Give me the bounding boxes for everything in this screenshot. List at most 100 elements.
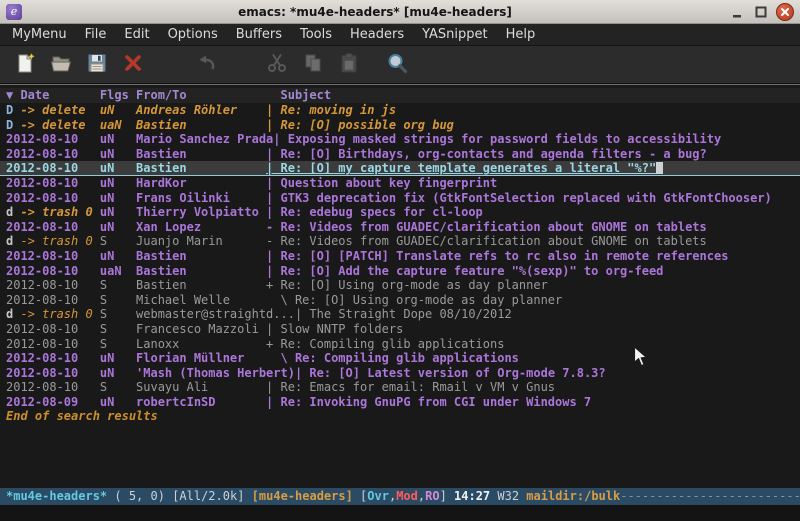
message-date: d -> trash 0	[6, 234, 100, 249]
message-row[interactable]: d -> trash 0SJuanjo Marin- Re: Videos fr…	[0, 234, 800, 249]
mark-target: -> trash 0	[13, 234, 92, 248]
paste-clipboard-icon	[337, 51, 361, 79]
menu-options[interactable]: Options	[159, 25, 227, 44]
message-subject: | Re: Invoking GnuPG from CGI under Wind…	[266, 395, 591, 409]
close-buffer-button[interactable]	[118, 50, 148, 80]
headers-buffer[interactable]: ▼ DateFlgsFrom/To Subject D -> deleteuNA…	[0, 84, 800, 488]
message-subject: | The Straight Dope 08/10/2012	[295, 307, 512, 321]
undo-button[interactable]	[192, 50, 222, 80]
modeline-segment: ( 5, 0)	[107, 489, 172, 503]
new-file-button[interactable]	[10, 50, 40, 80]
open-file-button[interactable]	[46, 50, 76, 80]
menu-buffers[interactable]: Buffers	[227, 25, 291, 44]
message-date: 2012-08-10	[6, 249, 100, 264]
column-subject[interactable]: Subject	[266, 88, 331, 102]
message-flags: S	[100, 307, 136, 322]
message-row[interactable]: 2012-08-10SLanoxx+ Re: Compiling glib ap…	[0, 337, 800, 352]
titlebar[interactable]: e emacs: *mu4e-headers* [mu4e-headers]	[0, 0, 800, 24]
new-file-icon	[13, 51, 37, 79]
message-date: 2012-08-10	[6, 351, 100, 366]
message-row[interactable]: 2012-08-10uNMario Sanchez Prada| Exposin…	[0, 132, 800, 147]
message-from: Mario Sanchez Prada	[136, 132, 273, 147]
message-date: 2012-08-10	[6, 337, 100, 352]
message-row[interactable]: D -> deleteuNAndreas Röhler| Re: moving …	[0, 103, 800, 118]
minimize-button[interactable]	[728, 3, 746, 21]
message-flags: S	[100, 380, 136, 395]
message-subject: + Re: [O] Using org-mode as day planner	[266, 278, 548, 292]
message-flags: uN	[100, 161, 136, 176]
window-title: emacs: *mu4e-headers* [mu4e-headers]	[22, 5, 728, 19]
message-row[interactable]: d -> trash 0uNThierry Volpiatto| Re: ede…	[0, 205, 800, 220]
message-row[interactable]: 2012-08-10uNBastien| Re: [O] my capture …	[0, 161, 800, 176]
message-row[interactable]: 2012-08-10uNBastien| Re: [O] Birthdays, …	[0, 147, 800, 162]
menu-mymenu[interactable]: MyMenu	[3, 25, 76, 44]
message-row[interactable]: 2012-08-10SSuvayu Ali| Re: Emacs for ema…	[0, 380, 800, 395]
menu-headers[interactable]: Headers	[341, 25, 413, 44]
close-button[interactable]	[776, 3, 794, 21]
message-date: d -> trash 0	[6, 205, 100, 220]
message-row[interactable]: 2012-08-10uN'Mash (Thomas Herbert)| Re: …	[0, 366, 800, 381]
modeline-segment: RO	[425, 489, 439, 503]
message-date: 2012-08-10	[6, 264, 100, 279]
maximize-button[interactable]	[752, 3, 770, 21]
mark-target: -> trash 0	[13, 205, 92, 219]
message-from: Bastien	[136, 161, 266, 176]
modeline-segment: [mu4e-headers]	[252, 489, 360, 503]
cut-button[interactable]	[262, 50, 292, 80]
message-date: 2012-08-10	[6, 147, 100, 162]
paste-button[interactable]	[334, 50, 364, 80]
menu-tools[interactable]: Tools	[291, 25, 341, 44]
echo-area	[0, 505, 800, 521]
message-date: D -> delete	[6, 118, 100, 133]
message-date: 2012-08-10	[6, 380, 100, 395]
message-row[interactable]: 2012-08-10uNFrans Oilinki| GTK3 deprecat…	[0, 191, 800, 206]
message-row[interactable]: 2012-08-09uNrobertcInSD| Re: Invoking Gn…	[0, 395, 800, 410]
message-subject: | Re: [O] Birthdays, org-contacts and ag…	[266, 147, 707, 161]
message-subject: | Re: edebug specs for cl-loop	[266, 205, 483, 219]
message-subject: - Re: Videos from GUADEC/clarification a…	[266, 220, 707, 234]
modeline-segment: W32	[497, 489, 526, 503]
message-flags: uN	[100, 220, 136, 235]
message-from: Bastien	[136, 118, 266, 133]
message-row[interactable]: 2012-08-10uNXan Lopez- Re: Videos from G…	[0, 220, 800, 235]
modeline-segment: ]	[440, 489, 454, 503]
message-date: 2012-08-10	[6, 161, 100, 176]
menu-help[interactable]: Help	[497, 25, 545, 44]
message-from: webmaster@straightd...	[136, 307, 295, 322]
message-row[interactable]: 2012-08-10uNBastien| Re: [O] [PATCH] Tra…	[0, 249, 800, 264]
modeline-segment: 14:27	[454, 489, 497, 503]
message-row[interactable]: 2012-08-10SMichael Welle \ Re: [O] Using…	[0, 293, 800, 308]
message-row[interactable]: 2012-08-10uaNBastien| Re: [O] Add the ca…	[0, 264, 800, 279]
message-flags: uN	[100, 249, 136, 264]
search-button[interactable]	[382, 50, 412, 80]
column-flags[interactable]: Flgs	[100, 88, 136, 103]
message-flags: uN	[100, 147, 136, 162]
message-flags: S	[100, 322, 136, 337]
message-flags: uN	[100, 205, 136, 220]
column-from[interactable]: From/To	[136, 88, 266, 103]
message-row[interactable]: 2012-08-10SFrancesco Mazzoli| Slow NNTP …	[0, 322, 800, 337]
message-flags: uaN	[100, 264, 136, 279]
menu-file[interactable]: File	[76, 25, 116, 44]
toolbar	[0, 46, 800, 84]
copy-button[interactable]	[298, 50, 328, 80]
message-subject: + Re: Compiling glib applications	[266, 337, 504, 351]
message-from: Bastien	[136, 147, 266, 162]
message-row[interactable]: D -> deleteuaNBastien| Re: [O] possible …	[0, 118, 800, 133]
menu-yasnippet[interactable]: YASnippet	[413, 25, 497, 44]
message-date: 2012-08-10	[6, 293, 100, 308]
mode-line[interactable]: *mu4e-headers* ( 5, 0) [All/2.0k] [mu4e-…	[0, 488, 800, 505]
menu-edit[interactable]: Edit	[115, 25, 158, 44]
message-subject: | Re: Emacs for email: Rmail v VM v Gnus	[266, 380, 555, 394]
message-row[interactable]: d -> trash 0Swebmaster@straightd...| The…	[0, 307, 800, 322]
message-row[interactable]: 2012-08-10uNFlorian Müllner \ Re: Compil…	[0, 351, 800, 366]
message-from: Frans Oilinki	[136, 191, 266, 206]
message-row[interactable]: 2012-08-10uNHardKor| Question about key …	[0, 176, 800, 191]
message-row[interactable]: 2012-08-10SBastien+ Re: [O] Using org-mo…	[0, 278, 800, 293]
window-controls	[728, 3, 794, 21]
message-flags: S	[100, 293, 136, 308]
column-date[interactable]: ▼ Date	[6, 88, 100, 103]
modeline-segment: Mod	[396, 489, 418, 503]
text-cursor	[656, 162, 663, 174]
save-buffer-button[interactable]	[82, 50, 112, 80]
